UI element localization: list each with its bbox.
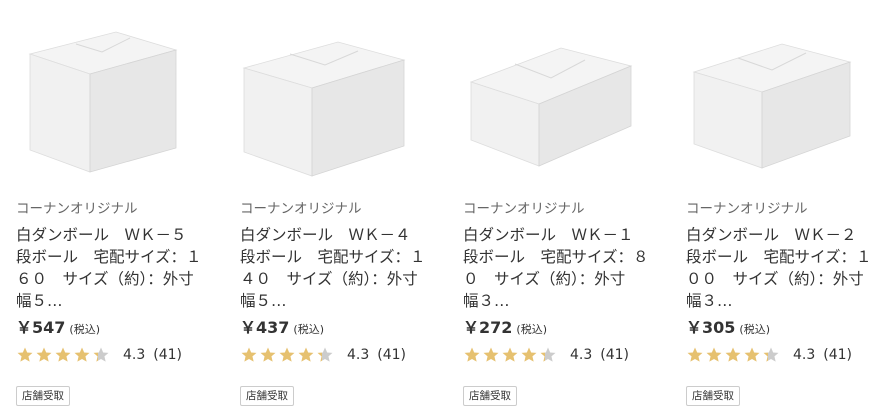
rating-stars [240, 346, 335, 364]
price-amount: ￥272 [463, 318, 513, 337]
product-title[interactable]: 白ダンボール ＷＫ－５ 段ボール 宅配サイズ：１６０ サイズ（約）：外寸 幅５… [16, 224, 206, 312]
star-icon [260, 347, 276, 362]
store-pickup-badge: 店舗受取 [240, 386, 294, 406]
star-icon [298, 347, 314, 362]
product-image[interactable] [8, 8, 198, 178]
rating: 4.3 (41) [240, 345, 406, 365]
star-icon [93, 347, 109, 362]
rating-score: 4.3 [570, 347, 593, 363]
rating: 4.3 (41) [16, 345, 182, 365]
rating-stars [463, 346, 558, 364]
tax-label: (税込) [516, 323, 547, 336]
rating-stars [16, 346, 111, 364]
star-icon [725, 347, 741, 362]
brand-label: コーナンオリジナル [16, 201, 138, 217]
tax-label: (税込) [69, 323, 100, 336]
star-icon [17, 347, 33, 362]
tax-label: (税込) [739, 323, 770, 336]
product-card[interactable]: コーナンオリジナル 白ダンボール ＷＫ－１ 段ボール 宅配サイズ：８０ サイズ（… [455, 0, 655, 413]
review-count[interactable]: (41) [153, 347, 182, 363]
star-icon [763, 347, 779, 362]
star-icon [706, 347, 722, 362]
product-card[interactable]: コーナンオリジナル 白ダンボール ＷＫ－４ 段ボール 宅配サイズ：１４０ サイズ… [232, 0, 432, 413]
star-icon [502, 347, 518, 362]
price-amount: ￥305 [686, 318, 736, 337]
product-image[interactable] [232, 8, 422, 178]
brand-label: コーナンオリジナル [463, 201, 585, 217]
star-icon [744, 347, 760, 362]
star-icon [279, 347, 295, 362]
product-card[interactable]: コーナンオリジナル 白ダンボール ＷＫ－５ 段ボール 宅配サイズ：１６０ サイズ… [8, 0, 208, 413]
star-icon [464, 347, 480, 362]
store-pickup-badge: 店舗受取 [686, 386, 740, 406]
product-image[interactable] [455, 8, 645, 178]
rating: 4.3 (41) [463, 345, 629, 365]
product-title[interactable]: 白ダンボール ＷＫ－２ 段ボール 宅配サイズ：１００ サイズ（約）：外寸 幅３… [686, 224, 871, 312]
product-image[interactable] [678, 8, 868, 178]
price: ￥437 (税込) [240, 314, 324, 338]
review-count[interactable]: (41) [823, 347, 852, 363]
price-amount: ￥547 [16, 318, 66, 337]
star-icon [55, 347, 71, 362]
tax-label: (税込) [293, 323, 324, 336]
product-title[interactable]: 白ダンボール ＷＫ－１ 段ボール 宅配サイズ：８０ サイズ（約）：外寸 幅３… [463, 224, 653, 312]
store-pickup-badge: 店舗受取 [16, 386, 70, 406]
star-icon [74, 347, 90, 362]
product-grid: コーナンオリジナル 白ダンボール ＷＫ－５ 段ボール 宅配サイズ：１６０ サイズ… [0, 0, 871, 413]
star-icon [317, 347, 333, 362]
star-icon [521, 347, 537, 362]
rating-stars [686, 346, 781, 364]
rating-score: 4.3 [123, 347, 146, 363]
star-icon [241, 347, 257, 362]
price: ￥305 (税込) [686, 314, 770, 338]
store-pickup-badge: 店舗受取 [463, 386, 517, 406]
price: ￥547 (税込) [16, 314, 100, 338]
product-title[interactable]: 白ダンボール ＷＫ－４ 段ボール 宅配サイズ：１４０ サイズ（約）：外寸 幅５… [240, 224, 430, 312]
review-count[interactable]: (41) [600, 347, 629, 363]
rating-score: 4.3 [793, 347, 816, 363]
brand-label: コーナンオリジナル [240, 201, 362, 217]
star-icon [36, 347, 52, 362]
price-amount: ￥437 [240, 318, 290, 337]
price: ￥272 (税込) [463, 314, 547, 338]
star-icon [483, 347, 499, 362]
review-count[interactable]: (41) [377, 347, 406, 363]
star-icon [540, 347, 556, 362]
star-icon [687, 347, 703, 362]
brand-label: コーナンオリジナル [686, 201, 808, 217]
rating-score: 4.3 [347, 347, 370, 363]
product-card[interactable]: コーナンオリジナル 白ダンボール ＷＫ－２ 段ボール 宅配サイズ：１００ サイズ… [678, 0, 871, 413]
rating: 4.3 (41) [686, 345, 852, 365]
